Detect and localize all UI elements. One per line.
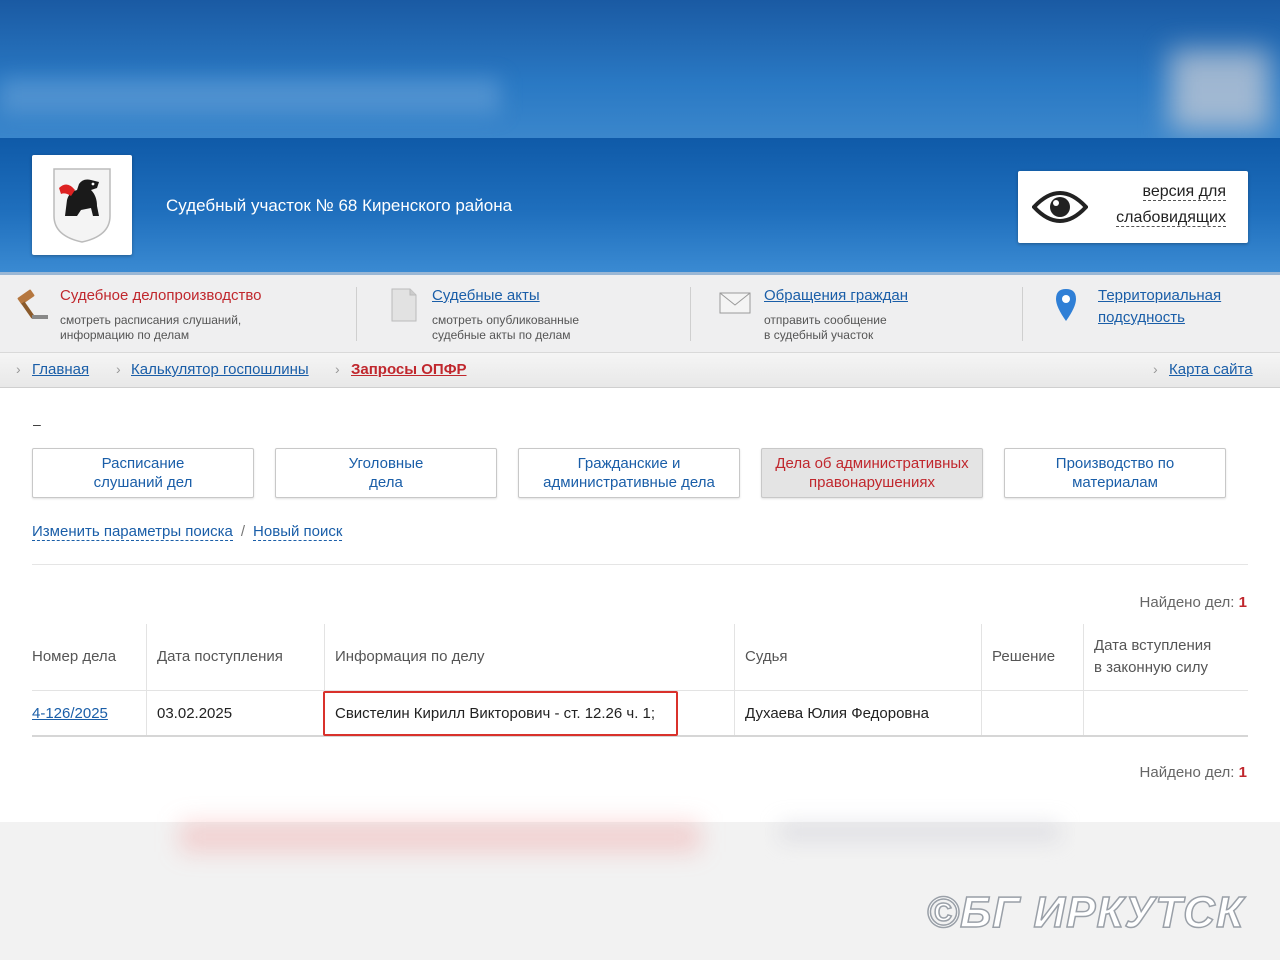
col-case-info: Информация по делу bbox=[324, 624, 735, 691]
site-title: Судебный участок № 68 Киренского района bbox=[166, 196, 513, 215]
tab-criminal-cases[interactable]: Уголовные дела bbox=[275, 448, 497, 498]
tab-hearing-schedule[interactable]: Расписание слушаний дел bbox=[32, 448, 254, 498]
dash-text: – bbox=[33, 416, 41, 432]
blur-smear bbox=[1170, 50, 1270, 130]
eye-icon bbox=[1032, 191, 1088, 223]
tab-administrative-offenses[interactable]: Дела об административных правонарушениях bbox=[761, 448, 983, 498]
envelope-icon bbox=[719, 292, 751, 314]
service-court-proceedings[interactable]: Судебное делопроизводство смотреть распи… bbox=[14, 285, 334, 349]
separator: / bbox=[240, 523, 246, 540]
tab-materials-proceedings[interactable]: Производство по материалам bbox=[1004, 448, 1226, 498]
search-links: Изменить параметры поиска / Новый поиск bbox=[32, 523, 343, 541]
divider bbox=[1022, 287, 1023, 341]
page: Судебный участок № 68 Киренского района … bbox=[0, 138, 1280, 822]
col-judge: Судья bbox=[734, 624, 982, 691]
col-case-number: Номер дела bbox=[32, 648, 117, 665]
document-icon bbox=[391, 288, 417, 322]
divider bbox=[356, 287, 357, 341]
map-pin-icon bbox=[1056, 289, 1076, 321]
cell-effective-date bbox=[1083, 690, 1248, 737]
blurred-top-region bbox=[0, 0, 1280, 140]
blur-smear bbox=[780, 822, 1060, 842]
breadcrumb-current[interactable]: Запросы ОПФР bbox=[351, 361, 467, 378]
chevron-right-icon: › bbox=[116, 361, 121, 377]
low-vision-version-button[interactable]: версия для слабовидящих bbox=[1018, 171, 1248, 243]
tab-civil-cases[interactable]: Гражданские и административные дела bbox=[518, 448, 740, 498]
change-search-params-link[interactable]: Изменить параметры поиска bbox=[32, 523, 233, 541]
highlight-box bbox=[323, 691, 678, 736]
found-count-bottom: Найдено дел: 1 bbox=[1139, 764, 1247, 781]
cell-decision bbox=[981, 690, 1084, 737]
services-bar: Судебное делопроизводство смотреть распи… bbox=[0, 272, 1280, 355]
divider bbox=[690, 287, 691, 341]
new-search-link[interactable]: Новый поиск bbox=[253, 523, 343, 541]
col-effective-date: Дата вступления в законную силу bbox=[1083, 624, 1248, 691]
sitemap-link[interactable]: Карта сайта bbox=[1169, 361, 1253, 378]
breadcrumb: › Главная › Калькулятор госпошлины › Зап… bbox=[0, 352, 1280, 388]
site-header: Судебный участок № 68 Киренского района … bbox=[0, 138, 1280, 272]
divider bbox=[32, 564, 1248, 565]
breadcrumb-home[interactable]: Главная bbox=[32, 361, 89, 378]
chevron-right-icon: › bbox=[1153, 361, 1158, 377]
chevron-right-icon: › bbox=[16, 361, 21, 377]
found-count-top: Найдено дел: 1 bbox=[1139, 594, 1247, 611]
cell-date: 03.02.2025 bbox=[146, 690, 325, 737]
col-receipt-date: Дата поступления bbox=[146, 624, 325, 691]
blur-smear bbox=[0, 78, 500, 114]
breadcrumb-fee-calculator[interactable]: Калькулятор госпошлины bbox=[131, 361, 309, 378]
table-header-row: Номер дела Дата поступления Информация п… bbox=[32, 624, 1248, 691]
gavel-icon bbox=[17, 289, 48, 319]
low-vision-label: версия для слабовидящих bbox=[1116, 183, 1226, 227]
case-number-link[interactable]: 4-126/2025 bbox=[32, 705, 108, 722]
chevron-right-icon: › bbox=[335, 361, 340, 377]
blur-smear bbox=[180, 822, 700, 852]
service-court-acts[interactable]: Судебные акты смотреть опубликованные суд… bbox=[386, 285, 676, 349]
service-territorial-jurisdiction[interactable]: Территориальная подсудность bbox=[1052, 285, 1272, 349]
cell-judge: Духаева Юлия Федоровна bbox=[734, 690, 982, 737]
coat-of-arms-logo[interactable] bbox=[32, 155, 132, 255]
col-decision: Решение bbox=[981, 624, 1084, 691]
service-citizen-appeals[interactable]: Обращения граждан отправить сообщение в с… bbox=[718, 285, 1008, 349]
watermark: ©БГ ИРКУТСК bbox=[926, 887, 1244, 938]
